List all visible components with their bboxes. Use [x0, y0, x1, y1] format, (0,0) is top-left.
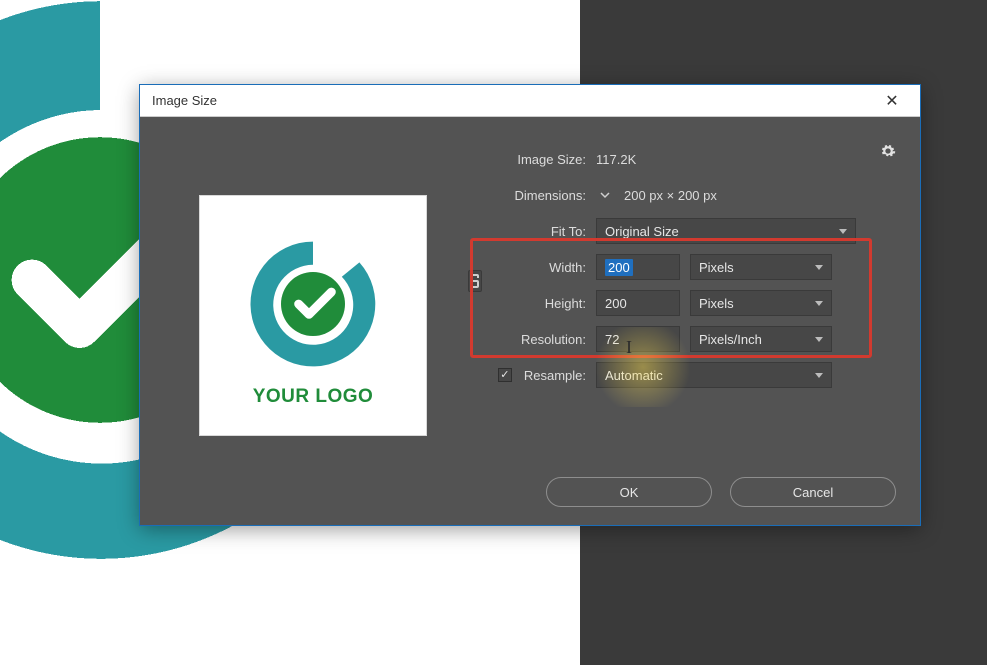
chevron-down-icon — [599, 189, 611, 201]
chevron-down-icon — [815, 301, 823, 306]
image-size-value: 117.2K — [596, 152, 636, 167]
height-row: Height: 200 Pixels — [468, 289, 902, 317]
resample-value: Automatic — [605, 368, 663, 383]
resample-method-select[interactable]: Automatic — [596, 362, 832, 388]
chevron-down-icon — [815, 337, 823, 342]
cancel-button[interactable]: Cancel — [730, 477, 896, 507]
width-input[interactable]: 200 — [596, 254, 680, 280]
resample-row: ✓ Resample: Automatic — [468, 361, 902, 389]
check-icon: ✓ — [500, 370, 509, 381]
fit-to-label: Fit To: — [468, 224, 586, 239]
resolution-label: Resolution: — [468, 332, 586, 347]
dimensions-menu-button[interactable] — [596, 186, 614, 204]
settings-menu-button[interactable] — [880, 143, 896, 162]
dialog-body: YOUR LOGO Image Size: 117.2K Dimensions:… — [140, 117, 920, 477]
fields-area: Image Size: 117.2K Dimensions: 200 px × … — [468, 137, 902, 465]
fit-to-row: Fit To: Original Size — [468, 217, 902, 245]
dialog-buttons: OK Cancel — [140, 477, 920, 525]
chevron-down-icon — [815, 373, 823, 378]
resample-label: Resample: — [524, 368, 586, 383]
dialog-titlebar: Image Size ✕ — [140, 85, 920, 117]
resolution-input[interactable]: 72 — [596, 326, 680, 352]
dimensions-value: 200 px × 200 px — [624, 188, 717, 203]
ok-label: OK — [620, 485, 639, 500]
width-unit-select[interactable]: Pixels — [690, 254, 832, 280]
dimensions-label: Dimensions: — [468, 188, 586, 203]
width-row: Width: 200 Pixels — [468, 253, 902, 281]
chevron-down-icon — [839, 229, 847, 234]
image-size-label: Image Size: — [468, 152, 586, 167]
constrain-proportions-toggle[interactable] — [460, 251, 490, 311]
cancel-label: Cancel — [793, 485, 833, 500]
dimensions-row: Dimensions: 200 px × 200 px — [468, 181, 902, 209]
fit-to-value: Original Size — [605, 224, 679, 239]
resolution-value: 72 — [605, 332, 619, 347]
height-unit-value: Pixels — [699, 296, 734, 311]
link-icon — [468, 270, 482, 292]
preview-logo-text: YOUR LOGO — [253, 386, 374, 408]
close-button[interactable]: ✕ — [872, 87, 912, 115]
close-icon: ✕ — [885, 91, 898, 111]
preview-logo-icon — [233, 224, 393, 384]
resample-checkbox[interactable]: ✓ — [498, 368, 512, 382]
resolution-unit-select[interactable]: Pixels/Inch — [690, 326, 832, 352]
gear-icon — [880, 143, 896, 159]
height-input[interactable]: 200 — [596, 290, 680, 316]
dialog-title: Image Size — [152, 93, 217, 108]
width-value: 200 — [605, 259, 633, 276]
ok-button[interactable]: OK — [546, 477, 712, 507]
height-unit-select[interactable]: Pixels — [690, 290, 832, 316]
chevron-down-icon — [815, 265, 823, 270]
preview-thumbnail: YOUR LOGO — [199, 195, 427, 436]
image-size-row: Image Size: 117.2K — [468, 145, 902, 173]
preview-area: YOUR LOGO — [158, 137, 468, 465]
resolution-row: Resolution: 72 Pixels/Inch — [468, 325, 902, 353]
height-value: 200 — [605, 296, 627, 311]
resolution-unit-value: Pixels/Inch — [699, 332, 762, 347]
image-size-dialog: Image Size ✕ YOUR LOGO Imag — [140, 85, 920, 525]
width-unit-value: Pixels — [699, 260, 734, 275]
fit-to-select[interactable]: Original Size — [596, 218, 856, 244]
